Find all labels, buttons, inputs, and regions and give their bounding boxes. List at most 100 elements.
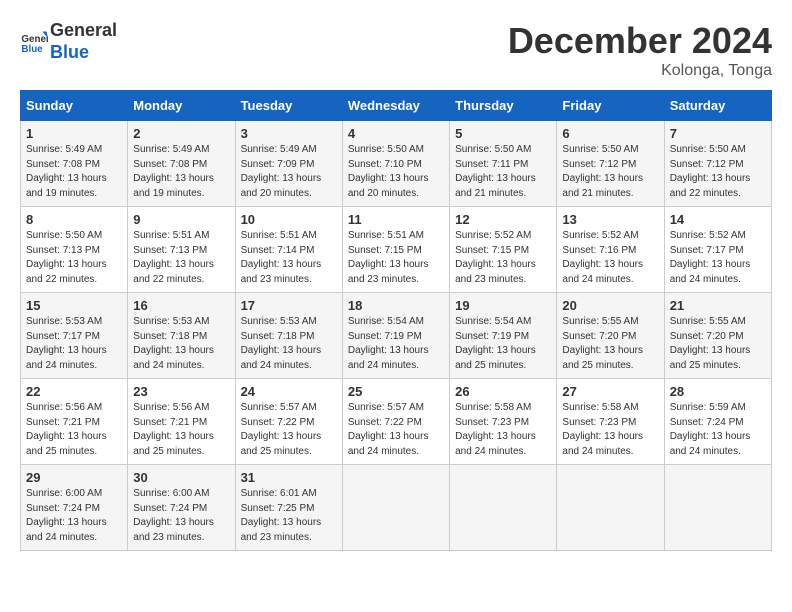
day-number: 6 — [562, 126, 658, 141]
day-number: 16 — [133, 298, 229, 313]
day-number: 29 — [26, 470, 122, 485]
table-row: 3 Sunrise: 5:49 AM Sunset: 7:09 PM Dayli… — [235, 121, 342, 207]
day-info: Sunrise: 5:54 AM Sunset: 7:19 PM Dayligh… — [455, 315, 551, 373]
table-row: 16 Sunrise: 5:53 AM Sunset: 7:18 PM Dayl… — [128, 293, 235, 379]
day-number: 17 — [241, 298, 337, 313]
calendar-week-row: 1 Sunrise: 5:49 AM Sunset: 7:08 PM Dayli… — [21, 121, 772, 207]
day-info: Sunrise: 5:55 AM Sunset: 7:20 PM Dayligh… — [562, 315, 658, 373]
day-info: Sunrise: 5:49 AM Sunset: 7:08 PM Dayligh… — [26, 143, 122, 201]
table-row: 20 Sunrise: 5:55 AM Sunset: 7:20 PM Dayl… — [557, 293, 664, 379]
day-info: Sunrise: 5:58 AM Sunset: 7:23 PM Dayligh… — [562, 401, 658, 459]
day-number: 13 — [562, 212, 658, 227]
day-number: 21 — [670, 298, 766, 313]
table-row: 27 Sunrise: 5:58 AM Sunset: 7:23 PM Dayl… — [557, 379, 664, 465]
header-friday: Friday — [557, 91, 664, 121]
day-info: Sunrise: 6:00 AM Sunset: 7:24 PM Dayligh… — [133, 487, 229, 545]
table-row: 26 Sunrise: 5:58 AM Sunset: 7:23 PM Dayl… — [450, 379, 557, 465]
table-row: 15 Sunrise: 5:53 AM Sunset: 7:17 PM Dayl… — [21, 293, 128, 379]
table-row: 30 Sunrise: 6:00 AM Sunset: 7:24 PM Dayl… — [128, 465, 235, 551]
day-number: 15 — [26, 298, 122, 313]
month-title: December 2024 — [508, 20, 772, 62]
day-info: Sunrise: 5:55 AM Sunset: 7:20 PM Dayligh… — [670, 315, 766, 373]
header-wednesday: Wednesday — [342, 91, 449, 121]
day-info: Sunrise: 5:58 AM Sunset: 7:23 PM Dayligh… — [455, 401, 551, 459]
table-row: 21 Sunrise: 5:55 AM Sunset: 7:20 PM Dayl… — [664, 293, 771, 379]
day-number: 5 — [455, 126, 551, 141]
table-row: 17 Sunrise: 5:53 AM Sunset: 7:18 PM Dayl… — [235, 293, 342, 379]
calendar-week-row: 22 Sunrise: 5:56 AM Sunset: 7:21 PM Dayl… — [21, 379, 772, 465]
table-row: 8 Sunrise: 5:50 AM Sunset: 7:13 PM Dayli… — [21, 207, 128, 293]
table-row: 28 Sunrise: 5:59 AM Sunset: 7:24 PM Dayl… — [664, 379, 771, 465]
day-number: 19 — [455, 298, 551, 313]
table-row: 1 Sunrise: 5:49 AM Sunset: 7:08 PM Dayli… — [21, 121, 128, 207]
day-info: Sunrise: 5:53 AM Sunset: 7:18 PM Dayligh… — [133, 315, 229, 373]
day-number: 9 — [133, 212, 229, 227]
title-block: December 2024 Kolonga, Tonga — [508, 20, 772, 80]
day-number: 28 — [670, 384, 766, 399]
day-info: Sunrise: 5:50 AM Sunset: 7:11 PM Dayligh… — [455, 143, 551, 201]
day-number: 25 — [348, 384, 444, 399]
day-info: Sunrise: 5:51 AM Sunset: 7:13 PM Dayligh… — [133, 229, 229, 287]
day-info: Sunrise: 5:57 AM Sunset: 7:22 PM Dayligh… — [348, 401, 444, 459]
table-row: 18 Sunrise: 5:54 AM Sunset: 7:19 PM Dayl… — [342, 293, 449, 379]
day-number: 26 — [455, 384, 551, 399]
table-row: 12 Sunrise: 5:52 AM Sunset: 7:15 PM Dayl… — [450, 207, 557, 293]
day-number: 24 — [241, 384, 337, 399]
day-number: 30 — [133, 470, 229, 485]
day-info: Sunrise: 5:56 AM Sunset: 7:21 PM Dayligh… — [133, 401, 229, 459]
table-row: 31 Sunrise: 6:01 AM Sunset: 7:25 PM Dayl… — [235, 465, 342, 551]
table-row: 5 Sunrise: 5:50 AM Sunset: 7:11 PM Dayli… — [450, 121, 557, 207]
day-info: Sunrise: 5:59 AM Sunset: 7:24 PM Dayligh… — [670, 401, 766, 459]
day-number: 14 — [670, 212, 766, 227]
day-info: Sunrise: 5:49 AM Sunset: 7:08 PM Dayligh… — [133, 143, 229, 201]
table-row: 25 Sunrise: 5:57 AM Sunset: 7:22 PM Dayl… — [342, 379, 449, 465]
calendar-week-row: 8 Sunrise: 5:50 AM Sunset: 7:13 PM Dayli… — [21, 207, 772, 293]
day-number: 31 — [241, 470, 337, 485]
day-info: Sunrise: 5:52 AM Sunset: 7:15 PM Dayligh… — [455, 229, 551, 287]
day-info: Sunrise: 5:56 AM Sunset: 7:21 PM Dayligh… — [26, 401, 122, 459]
day-number: 12 — [455, 212, 551, 227]
day-info: Sunrise: 5:51 AM Sunset: 7:15 PM Dayligh… — [348, 229, 444, 287]
logo-general: General — [50, 20, 117, 42]
day-info: Sunrise: 5:54 AM Sunset: 7:19 PM Dayligh… — [348, 315, 444, 373]
day-number: 18 — [348, 298, 444, 313]
day-info: Sunrise: 6:01 AM Sunset: 7:25 PM Dayligh… — [241, 487, 337, 545]
header-sunday: Sunday — [21, 91, 128, 121]
day-info: Sunrise: 5:50 AM Sunset: 7:10 PM Dayligh… — [348, 143, 444, 201]
table-row: 22 Sunrise: 5:56 AM Sunset: 7:21 PM Dayl… — [21, 379, 128, 465]
table-row — [557, 465, 664, 551]
day-number: 1 — [26, 126, 122, 141]
day-info: Sunrise: 5:52 AM Sunset: 7:17 PM Dayligh… — [670, 229, 766, 287]
day-number: 27 — [562, 384, 658, 399]
header-tuesday: Tuesday — [235, 91, 342, 121]
table-row: 13 Sunrise: 5:52 AM Sunset: 7:16 PM Dayl… — [557, 207, 664, 293]
day-number: 11 — [348, 212, 444, 227]
day-info: Sunrise: 5:50 AM Sunset: 7:12 PM Dayligh… — [562, 143, 658, 201]
header-saturday: Saturday — [664, 91, 771, 121]
table-row: 19 Sunrise: 5:54 AM Sunset: 7:19 PM Dayl… — [450, 293, 557, 379]
header-monday: Monday — [128, 91, 235, 121]
day-number: 22 — [26, 384, 122, 399]
day-number: 2 — [133, 126, 229, 141]
table-row: 24 Sunrise: 5:57 AM Sunset: 7:22 PM Dayl… — [235, 379, 342, 465]
day-number: 20 — [562, 298, 658, 313]
logo-blue: Blue — [50, 42, 117, 64]
table-row: 23 Sunrise: 5:56 AM Sunset: 7:21 PM Dayl… — [128, 379, 235, 465]
day-info: Sunrise: 5:50 AM Sunset: 7:12 PM Dayligh… — [670, 143, 766, 201]
table-row — [342, 465, 449, 551]
day-info: Sunrise: 5:57 AM Sunset: 7:22 PM Dayligh… — [241, 401, 337, 459]
day-number: 4 — [348, 126, 444, 141]
table-row: 14 Sunrise: 5:52 AM Sunset: 7:17 PM Dayl… — [664, 207, 771, 293]
day-info: Sunrise: 5:53 AM Sunset: 7:18 PM Dayligh… — [241, 315, 337, 373]
day-number: 7 — [670, 126, 766, 141]
table-row: 2 Sunrise: 5:49 AM Sunset: 7:08 PM Dayli… — [128, 121, 235, 207]
day-number: 8 — [26, 212, 122, 227]
page-header: General Blue General Blue December 2024 … — [20, 20, 772, 80]
day-info: Sunrise: 5:53 AM Sunset: 7:17 PM Dayligh… — [26, 315, 122, 373]
day-info: Sunrise: 5:49 AM Sunset: 7:09 PM Dayligh… — [241, 143, 337, 201]
svg-text:Blue: Blue — [21, 43, 43, 54]
table-row: 4 Sunrise: 5:50 AM Sunset: 7:10 PM Dayli… — [342, 121, 449, 207]
table-row — [450, 465, 557, 551]
calendar-header-row: Sunday Monday Tuesday Wednesday Thursday… — [21, 91, 772, 121]
logo: General Blue General Blue — [20, 20, 117, 63]
